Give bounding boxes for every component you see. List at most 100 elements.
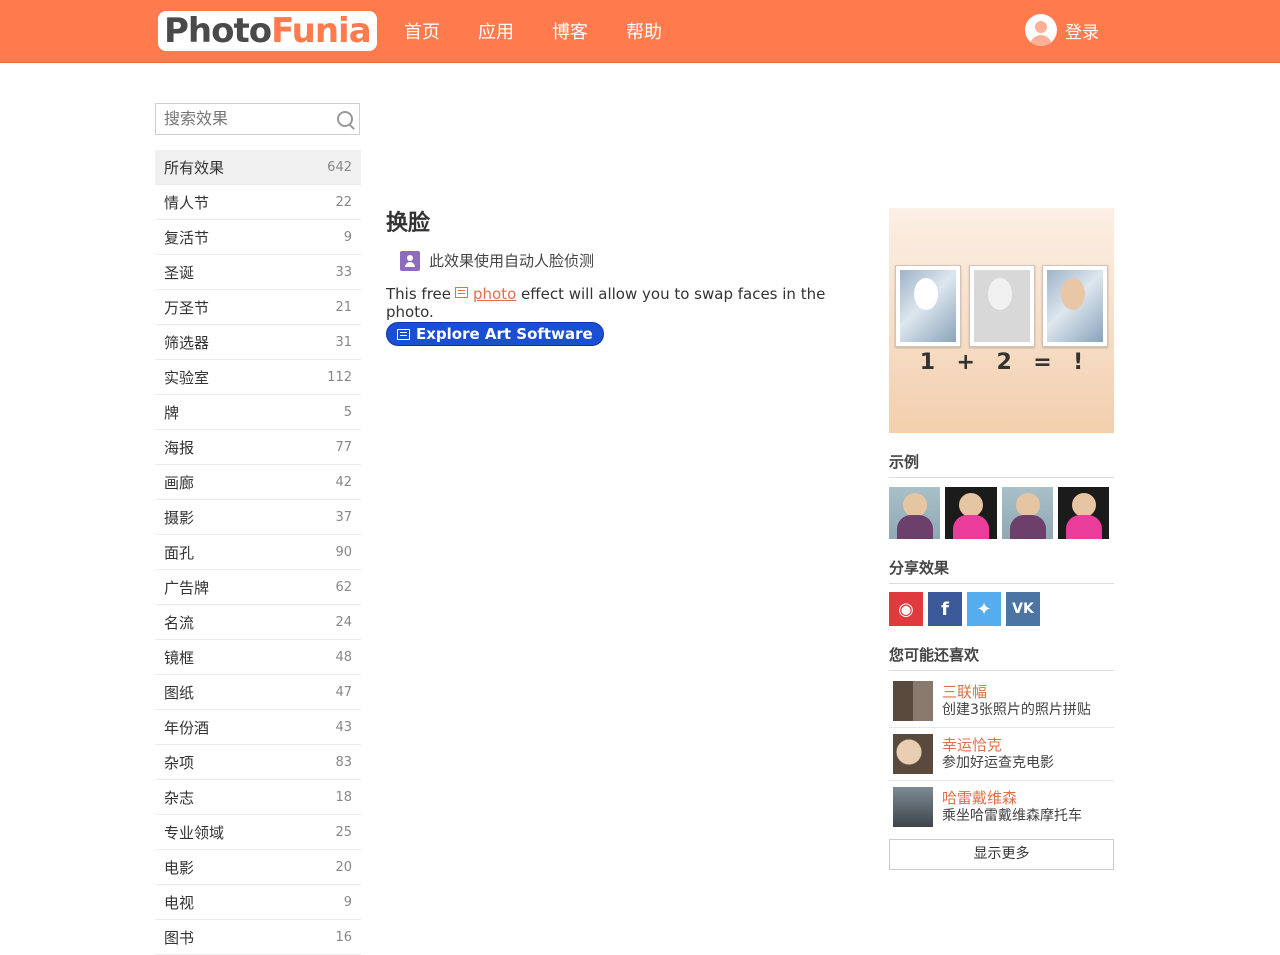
- category-count: 25: [335, 824, 352, 840]
- twitter-share-button[interactable]: ✦: [967, 592, 1001, 626]
- category-item[interactable]: 万圣节 21: [155, 290, 361, 325]
- weibo-icon: ◉: [898, 598, 914, 620]
- category-count: 112: [327, 369, 352, 385]
- explore-art-software-button[interactable]: Explore Art Software: [386, 322, 604, 346]
- category-item[interactable]: 图纸 47: [155, 675, 361, 710]
- category-item[interactable]: 海报 77: [155, 430, 361, 465]
- nav-blog[interactable]: 博客: [552, 18, 588, 44]
- recommended-sub: 参加好运查克电影: [942, 755, 1054, 771]
- search-box: [155, 103, 360, 135]
- category-item[interactable]: 面孔 90: [155, 535, 361, 570]
- logo-box: Photo Funia: [158, 11, 377, 51]
- category-count: 9: [343, 229, 352, 245]
- search-icon[interactable]: [337, 111, 353, 127]
- search-input[interactable]: [156, 104, 334, 132]
- category-item[interactable]: 圣诞 33: [155, 255, 361, 290]
- recommended-item[interactable]: 幸运恰克 参加好运查克电影: [889, 728, 1114, 781]
- category-label: 情人节: [164, 193, 210, 212]
- category-item[interactable]: 名流 24: [155, 605, 361, 640]
- desc-before: This free: [386, 285, 451, 303]
- nav-apps[interactable]: 应用: [478, 18, 514, 44]
- category-count: 31: [335, 334, 352, 350]
- category-count: 77: [335, 439, 352, 455]
- category-item[interactable]: 广告牌 62: [155, 570, 361, 605]
- category-item[interactable]: 牌5: [155, 395, 361, 430]
- logo-part-funia: Funia: [271, 11, 372, 51]
- category-item[interactable]: 杂项 83: [155, 745, 361, 780]
- category-item[interactable]: 专业领域 25: [155, 815, 361, 850]
- category-list: 所有效果 642 情人节 22 复活节 9 圣诞 33 万圣节 21 筛选器 31 实验室 112 牌 5 海报…: [155, 150, 361, 955]
- category-label: 年份酒: [164, 718, 210, 737]
- category-label: 圣诞: [164, 263, 195, 282]
- recommended-item[interactable]: 三联幅 创建3张照片的照片拼贴: [889, 675, 1114, 728]
- right-sidebar: 1 + 2 = ! 示例 分享效果 ◉ f ✦ VK 您可能还喜欢 三联幅 创建3…: [889, 208, 1114, 870]
- doc-icon: [455, 287, 468, 298]
- recommended-name: 哈雷戴维森: [942, 789, 1018, 807]
- category-label: 画廊: [164, 473, 195, 492]
- category-item[interactable]: 实验室 112: [155, 360, 361, 395]
- category-label: 所有效果: [164, 158, 225, 177]
- main-nav: 首页 应用 博客 帮助: [404, 0, 700, 62]
- login-button[interactable]: 登录: [1025, 14, 1099, 46]
- facebook-share-button[interactable]: f: [928, 592, 962, 626]
- formula-2: 2: [996, 350, 1012, 375]
- category-label: 面孔: [164, 543, 195, 562]
- vk-share-button[interactable]: VK: [1006, 592, 1040, 626]
- category-count: 43: [335, 719, 352, 735]
- category-count: 22: [335, 194, 352, 210]
- recommended-item[interactable]: 哈雷戴维森 乘坐哈雷戴维森摩托车: [889, 781, 1114, 833]
- nav-home[interactable]: 首页: [404, 18, 440, 44]
- photofunia-logo[interactable]: Photo Funia: [158, 10, 377, 52]
- facebook-icon: f: [941, 598, 949, 620]
- category-label: 电视: [164, 893, 195, 912]
- category-label: 实验室: [164, 368, 210, 387]
- preview-frame-2: [969, 265, 1035, 347]
- category-item[interactable]: 图书 16: [155, 920, 361, 955]
- category-label: 广告牌: [164, 578, 210, 597]
- likes-title: 您可能还喜欢: [889, 644, 1114, 671]
- recommended-sub: 创建3张照片的照片拼贴: [942, 702, 1091, 718]
- category-label: 杂志: [164, 788, 195, 807]
- show-more-button[interactable]: 显示更多: [889, 839, 1114, 870]
- category-count: 83: [335, 754, 352, 770]
- recommended-thumb: [893, 787, 933, 827]
- category-item[interactable]: 画廊 42: [155, 465, 361, 500]
- photo-link[interactable]: photo: [473, 285, 516, 303]
- category-label: 电影: [164, 858, 195, 877]
- category-count: 20: [335, 859, 352, 875]
- example-thumb[interactable]: [1001, 487, 1053, 539]
- category-count: 37: [335, 509, 352, 525]
- effect-preview-image[interactable]: 1 + 2 = !: [889, 208, 1114, 433]
- category-count: 42: [335, 474, 352, 490]
- example-thumb[interactable]: [889, 487, 941, 539]
- preview-formula: 1 + 2 = !: [889, 350, 1114, 375]
- user-avatar-icon: [1025, 14, 1057, 46]
- category-item[interactable]: 情人节 22: [155, 185, 361, 220]
- example-thumb[interactable]: [1057, 487, 1109, 539]
- category-item[interactable]: 筛选器 31: [155, 325, 361, 360]
- category-item[interactable]: 年份酒 43: [155, 710, 361, 745]
- category-label: 专业领域: [164, 823, 225, 842]
- category-count: 16: [335, 929, 352, 945]
- category-item[interactable]: 复活节 9: [155, 220, 361, 255]
- recommended-thumb: [893, 734, 933, 774]
- category-item[interactable]: 杂志 18: [155, 780, 361, 815]
- category-count: 33: [335, 264, 352, 280]
- category-item[interactable]: 镜框 48: [155, 640, 361, 675]
- category-item[interactable]: 所有效果 642: [155, 150, 361, 185]
- category-item[interactable]: 摄影 37: [155, 500, 361, 535]
- recommended-name: 三联幅: [942, 683, 988, 701]
- example-thumb[interactable]: [945, 487, 997, 539]
- category-count: 62: [335, 579, 352, 595]
- weibo-share-button[interactable]: ◉: [889, 592, 923, 626]
- logo-part-photo: Photo: [164, 11, 272, 51]
- formula-equals: =: [1033, 350, 1052, 375]
- category-label: 图纸: [164, 683, 195, 702]
- nav-help[interactable]: 帮助: [626, 18, 662, 44]
- category-item[interactable]: 电影 20: [155, 850, 361, 885]
- preview-frame-3: [1042, 265, 1108, 347]
- category-item[interactable]: 电视 9: [155, 885, 361, 920]
- category-count: 90: [335, 544, 352, 560]
- effect-main: 换脸 此效果使用自动人脸侦测 This free photo effect wil…: [386, 208, 866, 346]
- category-label: 名流: [164, 613, 195, 632]
